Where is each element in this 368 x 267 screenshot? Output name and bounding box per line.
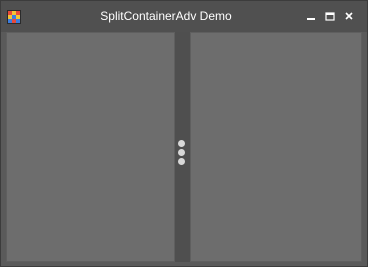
grip-dot-icon — [178, 149, 185, 156]
grip-dot-icon — [178, 158, 185, 165]
left-panel — [6, 32, 175, 262]
grip-dot-icon — [178, 140, 185, 147]
splitter-bar[interactable] — [175, 32, 190, 262]
app-window: SplitContainerAdv Demo — [0, 0, 368, 267]
minimize-icon[interactable] — [304, 9, 318, 23]
close-icon[interactable] — [342, 9, 356, 23]
split-container — [6, 32, 362, 262]
maximize-icon[interactable] — [323, 9, 337, 23]
title-bar[interactable]: SplitContainerAdv Demo — [1, 1, 367, 32]
window-title: SplitContainerAdv Demo — [100, 9, 232, 23]
right-panel — [190, 32, 362, 262]
